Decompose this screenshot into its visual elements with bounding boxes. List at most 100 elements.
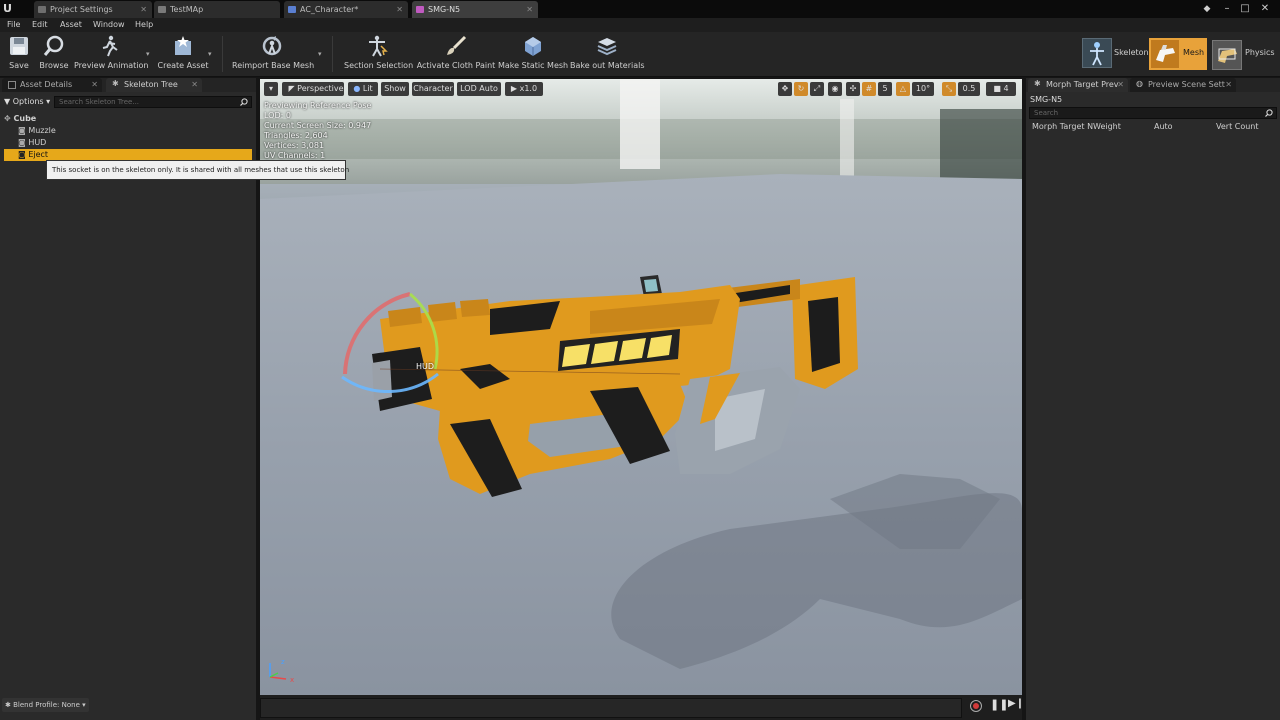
character-button[interactable]: Character (412, 82, 454, 96)
svg-text:x: x (290, 676, 294, 684)
skeletal-mesh-icon (416, 6, 424, 13)
static-mesh-icon (525, 37, 541, 56)
skeleton-search-input[interactable]: Search Skeleton Tree... (54, 96, 252, 108)
blend-profile-dropdown[interactable]: ✱ Blend Profile: None ▾ (2, 698, 89, 712)
info-uv-channels: UV Channels: 1 (264, 151, 326, 160)
column-morph-target-name[interactable]: Morph Target N (1032, 121, 1093, 133)
grid-snap-icon[interactable]: # (862, 82, 876, 96)
info-lod: LOD: 0 (264, 111, 291, 120)
viewport[interactable]: HUD ▾ ◤ Perspective ● Lit Show Character… (260, 79, 1022, 695)
tab-smg-n5[interactable]: SMG-N5 ✕ (412, 1, 538, 18)
skeleton-mode-button[interactable]: Skeleton (1080, 38, 1149, 70)
record-button[interactable] (970, 700, 982, 712)
pause-icon[interactable]: ❚❚ (990, 698, 1008, 711)
world-local-icon[interactable]: ◉ (828, 82, 842, 96)
chevron-down-icon: ▾ (46, 97, 51, 106)
activate-cloth-paint-button[interactable]: Activate Cloth Paint (416, 32, 496, 76)
blueprint-icon (288, 6, 296, 13)
tree-item-cube[interactable]: ✥ Cube (4, 113, 244, 125)
tree-item-hud[interactable]: ◙ HUD (18, 137, 248, 149)
morph-search-input[interactable]: Search (1029, 107, 1277, 119)
grid-snap-value[interactable]: 5 (878, 82, 892, 96)
mesh-mode-button[interactable]: Mesh (1149, 38, 1207, 70)
scale-snap-value[interactable]: 0.5 (958, 82, 980, 96)
close-icon[interactable]: ✕ (191, 78, 198, 92)
save-button[interactable]: Save (4, 32, 34, 76)
bake-out-materials-button[interactable]: Bake out Materials (570, 32, 645, 76)
close-icon[interactable]: ✕ (140, 1, 147, 18)
column-vert-count[interactable]: Vert Count (1216, 121, 1259, 133)
viewport-options-button[interactable]: ▾ (264, 82, 278, 96)
surface-snap-icon[interactable]: ✣ (846, 82, 860, 96)
scale-snap-icon[interactable]: ⤡ (942, 82, 956, 96)
axis-indicator-icon: z x (269, 658, 294, 684)
magnifier-icon (43, 35, 64, 56)
close-window-icon[interactable]: ✕ (1258, 2, 1272, 16)
bone-icon: ✥ (4, 114, 11, 123)
make-static-mesh-button[interactable]: Make Static Mesh (498, 32, 568, 76)
chevron-down-icon: ▾ (82, 701, 86, 709)
show-button[interactable]: Show (381, 82, 409, 96)
menu-window[interactable]: Window (93, 18, 125, 32)
chevron-down-icon[interactable]: ▾ (208, 50, 212, 58)
physics-mode-button[interactable]: Physics (1212, 38, 1280, 70)
tab-preview-scene-settings[interactable]: ◍ Preview Scene Sett ✕ (1130, 78, 1236, 92)
perspective-icon: ◤ (288, 84, 295, 93)
smg-mesh[interactable] (260, 79, 1022, 695)
chevron-down-icon[interactable]: ▾ (318, 50, 322, 58)
maximize-icon[interactable]: □ (1238, 2, 1252, 16)
menu-help[interactable]: Help (135, 18, 153, 32)
section-selection-button[interactable]: Section Selection (344, 32, 413, 76)
lit-button[interactable]: ● Lit (348, 82, 378, 96)
options-dropdown[interactable]: ▼ Options ▾ (4, 96, 50, 108)
tab-label: SMG-N5 (428, 5, 461, 14)
browse-button[interactable]: Browse (38, 32, 70, 76)
scale-tool-icon[interactable]: ⤢ (810, 82, 824, 96)
translate-tool-icon[interactable]: ✥ (778, 82, 792, 96)
close-icon[interactable]: ✕ (1117, 78, 1124, 92)
tab-asset-details[interactable]: Asset Details ✕ (2, 78, 102, 92)
angle-snap-value[interactable]: 10° (912, 82, 934, 96)
preview-animation-button[interactable]: Preview Animation (74, 32, 148, 76)
minimize-icon[interactable]: – (1220, 2, 1234, 16)
tab-ac-character[interactable]: AC_Character* ✕ (284, 1, 408, 18)
tab-project-settings[interactable]: Project Settings ✕ (34, 1, 152, 18)
notification-icon[interactable]: ◆ (1200, 2, 1214, 16)
right-panel: ✱ Morph Target Prev ✕ ◍ Preview Scene Se… (1026, 78, 1280, 720)
close-icon[interactable]: ✕ (91, 78, 98, 92)
column-weight[interactable]: Weight (1093, 121, 1121, 133)
map-icon (158, 6, 166, 13)
playback-speed-button[interactable]: ▶ x1.0 (505, 82, 543, 96)
create-asset-button[interactable]: Create Asset (156, 32, 210, 76)
svg-text:z: z (281, 658, 285, 666)
chevron-down-icon[interactable]: ▾ (146, 50, 150, 58)
close-icon[interactable]: ✕ (1225, 78, 1232, 92)
toolbar-divider (222, 36, 223, 72)
section-selection-icon (369, 35, 388, 57)
timeline-track[interactable] (260, 698, 962, 718)
record-icon (973, 703, 979, 709)
perspective-button[interactable]: ◤ Perspective (282, 82, 344, 96)
column-auto[interactable]: Auto (1154, 121, 1173, 133)
play-icon: ▶ (510, 84, 518, 93)
menu-file[interactable]: File (7, 18, 20, 32)
skeleton-tree-icon: ✱ (112, 79, 119, 88)
camera-speed-button[interactable]: ■ 4 (986, 82, 1016, 96)
tab-testmap[interactable]: TestMAp (154, 1, 280, 18)
tab-skeleton-tree[interactable]: ✱ Skeleton Tree ✕ (106, 78, 202, 92)
angle-snap-icon[interactable]: △ (896, 82, 910, 96)
tree-item-muzzle[interactable]: ◙ Muzzle (18, 125, 248, 137)
menu-asset[interactable]: Asset (60, 18, 82, 32)
skip-forward-icon[interactable]: ▶❙ (1008, 698, 1024, 709)
physics-mode-icon (1212, 40, 1242, 70)
reimport-base-mesh-button[interactable]: Reimport Base Mesh (232, 32, 314, 76)
close-icon[interactable]: ✕ (526, 1, 533, 18)
rotate-tool-icon[interactable]: ↻ (794, 82, 808, 96)
info-screen-size: Current Screen Size: 0.947 (264, 121, 372, 130)
lod-button[interactable]: LOD Auto (457, 82, 501, 96)
tab-morph-target-preview[interactable]: ✱ Morph Target Prev ✕ (1028, 78, 1128, 92)
preview-scene-icon: ◍ (1136, 79, 1143, 88)
menu-edit[interactable]: Edit (32, 18, 48, 32)
close-icon[interactable]: ✕ (396, 1, 403, 18)
chevron-down-icon: ▾ (268, 84, 273, 93)
